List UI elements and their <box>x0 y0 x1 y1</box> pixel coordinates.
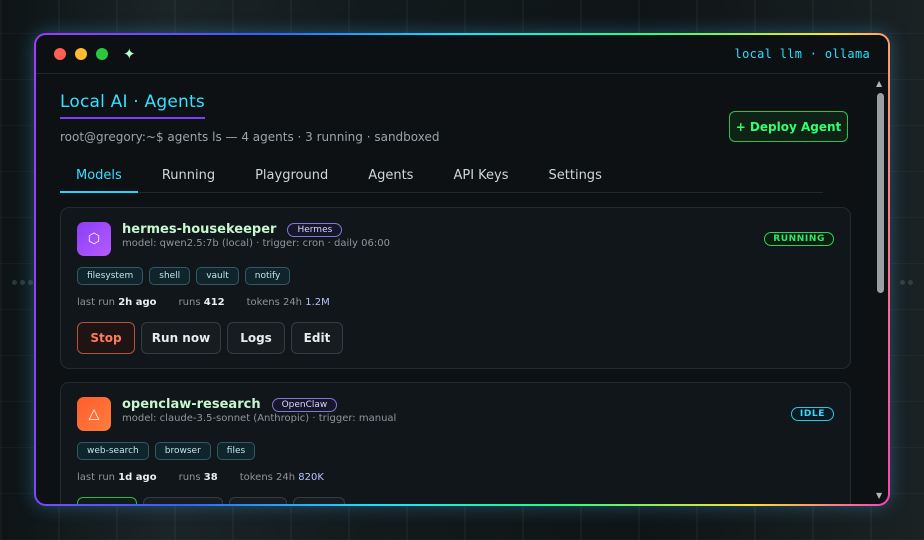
tokens-value: 1.2M <box>305 297 330 308</box>
tokens-label: tokens 24h <box>246 297 303 308</box>
status-badge: RUNNING <box>764 232 834 246</box>
tool-tag: browser <box>154 442 211 460</box>
agent-stats: last run 2h ago runs 412 tokens 24h 1.2M <box>77 297 834 308</box>
triangle-icon: △ <box>77 397 111 431</box>
rack-light <box>12 280 17 285</box>
tab-playground[interactable]: Playground <box>239 161 344 192</box>
scroll-down-arrow-icon[interactable]: ▼ <box>876 491 882 500</box>
run-now-button[interactable]: Run now <box>141 322 221 354</box>
agent-actions: Stop Run now Logs Edit <box>77 322 834 354</box>
scrollbar-thumb[interactable] <box>877 93 884 293</box>
main-content: Local AI · Agents root@gregory:~$ agents… <box>36 74 872 504</box>
tab-api-keys[interactable]: API Keys <box>437 161 524 192</box>
hexagon-icon: ⬡ <box>77 222 111 256</box>
edit-button[interactable]: Edit <box>291 322 343 354</box>
page-title: Local AI · Agents <box>60 92 205 119</box>
agent-kind-badge: Hermes <box>287 222 343 237</box>
agent-model-line: model: claude-3.5-sonnet (Anthropic) · t… <box>122 413 397 424</box>
close-window-button[interactable] <box>54 48 66 60</box>
window-title: local llm · ollama <box>734 47 870 61</box>
logs-button[interactable] <box>229 497 287 504</box>
agent-kind-badge: OpenClaw <box>271 397 338 412</box>
logs-button[interactable]: Logs <box>227 322 285 354</box>
agent-stats: last run 1d ago runs 38 tokens 24h 820K <box>77 472 834 483</box>
runs-value: 412 <box>203 297 225 308</box>
rack-light <box>20 280 25 285</box>
tool-tag: files <box>216 442 256 460</box>
runs-value: 38 <box>203 472 218 483</box>
deploy-agent-button[interactable]: + Deploy Agent <box>729 111 848 142</box>
tool-tag: filesystem <box>77 267 144 285</box>
start-button[interactable] <box>77 497 137 504</box>
sparkle-icon: ✦ <box>123 45 136 63</box>
tab-bar: Models Running Playground Agents API Key… <box>60 161 823 193</box>
title-bar: ✦ local llm · ollama <box>36 35 888 74</box>
tool-tag: vault <box>196 267 239 285</box>
tab-agents[interactable]: Agents <box>352 161 429 192</box>
tool-tags: web-search browser files <box>77 442 834 460</box>
rack-light <box>908 280 913 285</box>
last-run-value: 1d ago <box>118 472 157 483</box>
agent-card: ⬡ hermes-housekeeper Hermes model: qwen2… <box>60 207 851 369</box>
tool-tag: notify <box>244 267 291 285</box>
tool-tag: shell <box>149 267 191 285</box>
agent-actions <box>77 497 834 504</box>
last-run-value: 2h ago <box>118 297 157 308</box>
runs-label: runs <box>178 472 201 483</box>
vertical-scrollbar[interactable]: ▲ ▼ <box>874 77 886 500</box>
minimize-window-button[interactable] <box>75 48 87 60</box>
tab-settings[interactable]: Settings <box>533 161 618 192</box>
last-run-label: last run <box>77 297 116 308</box>
tab-models[interactable]: Models <box>60 161 138 193</box>
agent-model-line: model: qwen2.5:7b (local) · trigger: cro… <box>122 238 390 249</box>
agent-name: hermes-housekeeper <box>122 222 277 237</box>
tool-tags: filesystem shell vault notify <box>77 267 834 285</box>
agent-name: openclaw-research <box>122 397 261 412</box>
maximize-window-button[interactable] <box>96 48 108 60</box>
scroll-up-arrow-icon[interactable]: ▲ <box>876 79 882 88</box>
rack-light <box>28 280 33 285</box>
stop-button[interactable]: Stop <box>77 322 135 354</box>
app-window: ✦ local llm · ollama Local AI · Agents r… <box>34 33 890 506</box>
run-now-button[interactable] <box>143 497 223 504</box>
agent-card: △ openclaw-research OpenClaw model: clau… <box>60 382 851 504</box>
runs-label: runs <box>178 297 201 308</box>
last-run-label: last run <box>77 472 116 483</box>
rack-light <box>900 280 905 285</box>
status-badge: IDLE <box>790 407 834 421</box>
tab-running[interactable]: Running <box>146 161 231 192</box>
tokens-value: 820K <box>298 472 324 483</box>
edit-button[interactable] <box>293 497 345 504</box>
tool-tag: web-search <box>77 442 149 460</box>
tokens-label: tokens 24h <box>239 472 296 483</box>
